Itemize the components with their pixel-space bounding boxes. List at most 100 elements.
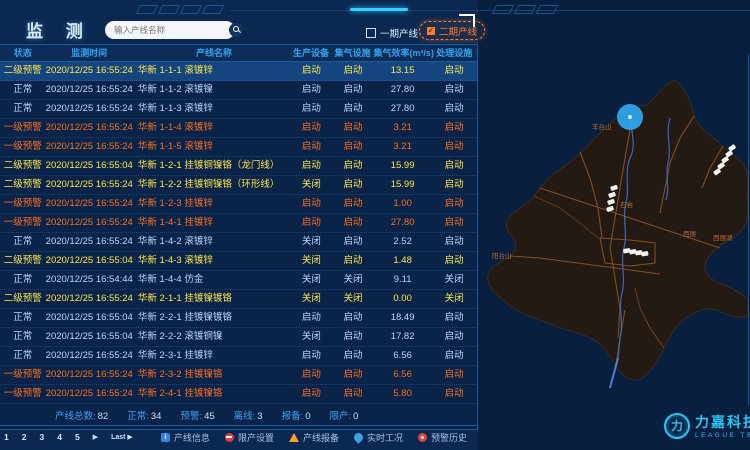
table-row[interactable]: 正常2020/12/25 16:55:24华新 1-1-3 滚镀锌启动启动27.…: [0, 100, 477, 119]
action-label: 实时工况: [367, 431, 403, 444]
table-row[interactable]: 一级预警2020/12/25 16:55:24华新 1-1-4 滚镀锌启动启动3…: [0, 119, 477, 138]
map-place-label: 羊台山: [592, 122, 612, 131]
header-bar: 监 测 一期产线 ✓ 二期产线: [0, 0, 750, 44]
table-cell: 正常: [0, 309, 46, 327]
table-cell: 27.80: [374, 81, 432, 99]
phase1-checkbox[interactable]: 一期产线: [366, 26, 418, 40]
phase2-button[interactable]: ✓ 二期产线: [419, 21, 485, 40]
table-row[interactable]: 一级预警2020/12/25 16:55:24华新 2-4-1 挂镀镍铬启动启动…: [0, 385, 477, 404]
table-row[interactable]: 正常2020/12/25 16:55:04华新 2-2-2 滚镀铜镍关闭启动17…: [0, 328, 477, 347]
table-cell: 2020/12/25 16:55:24: [46, 119, 133, 137]
cluster-marker[interactable]: [617, 104, 643, 130]
table-cell: 华新 1-1-2 滚镀镍: [133, 81, 291, 99]
table-row[interactable]: 正常2020/12/25 16:54:44华新 1-4-4 仿金关闭关闭9.11…: [0, 271, 477, 290]
table-cell: 启动: [431, 176, 477, 194]
action-label: 预警历史: [431, 431, 467, 444]
factory-marker[interactable]: [728, 144, 736, 152]
table-row[interactable]: 一级预警2020/12/25 16:55:24华新 2-3-2 挂镀镍铬启动启动…: [0, 366, 477, 385]
action-info[interactable]: i产线信息: [161, 431, 210, 444]
search-input[interactable]: [105, 25, 229, 35]
table-cell: 关闭: [431, 290, 477, 308]
table-cell: 启动: [332, 138, 374, 156]
page-number[interactable]: 1: [4, 432, 9, 442]
action-history[interactable]: 预警历史: [418, 431, 467, 444]
action-report[interactable]: 产线报备: [289, 431, 339, 444]
table-cell: 华新 1-1-3 滚镀锌: [133, 100, 291, 118]
district-map[interactable]: 羊台山石岩西丽西丽湖阳台山: [480, 48, 750, 450]
table-cell: 2020/12/25 16:55:24: [46, 214, 133, 232]
search-icon[interactable]: [229, 23, 243, 37]
table-row[interactable]: 一级预警2020/12/25 16:55:24华新 1-1-5 滚镀锌启动启动3…: [0, 138, 477, 157]
table-cell: 华新 1-2-2 挂镀铜镍铬（环形线）: [133, 176, 291, 194]
page-number[interactable]: 5: [75, 432, 80, 442]
table-row[interactable]: 二级预警2020/12/25 16:55:04华新 1-2-1 挂镀铜镍铬（龙门…: [0, 157, 477, 176]
table-row[interactable]: 正常2020/12/25 16:55:04华新 2-2-1 挂镀镍镀铬启动启动1…: [0, 309, 477, 328]
action-limit[interactable]: 限产设置: [225, 431, 274, 444]
table-cell: 一级预警: [0, 214, 46, 232]
table-cell: 启动: [332, 233, 374, 251]
table-cell: 3.21: [374, 138, 432, 156]
table-cell: 2020/12/25 16:54:44: [46, 271, 133, 289]
table-row[interactable]: 二级预警2020/12/25 16:55:24华新 1-2-2 挂镀铜镍铬（环形…: [0, 176, 477, 195]
table-cell: 2020/12/25 16:55:24: [46, 100, 133, 118]
table-cell: 关闭: [291, 271, 333, 289]
table-cell: 关闭: [291, 176, 333, 194]
action-realtime[interactable]: 实时工况: [354, 431, 403, 444]
table-cell: 6.56: [374, 347, 432, 365]
table-row[interactable]: 一级预警2020/12/25 16:55:24华新 1-4-1 挂镀锌启动启动2…: [0, 214, 477, 233]
table-cell: 华新 1-4-2 滚镀锌: [133, 233, 291, 251]
table-cell: 2020/12/25 16:55:24: [46, 347, 133, 365]
table-cell: 2020/12/25 16:55:24: [46, 366, 133, 384]
table-cell: 启动: [291, 157, 333, 175]
table-row[interactable]: 正常2020/12/25 16:55:24华新 1-4-2 滚镀锌关闭启动2.5…: [0, 233, 477, 252]
table-cell: 启动: [431, 328, 477, 346]
phase1-label: 一期产线: [380, 26, 418, 40]
table-cell: 一级预警: [0, 138, 46, 156]
checkbox-checked-icon[interactable]: ✓: [427, 27, 435, 35]
table-cell: 华新 1-4-3 滚镀锌: [133, 252, 291, 270]
page-number[interactable]: 4: [57, 432, 62, 442]
table-cell: 二级预警: [0, 157, 46, 175]
table-cell: 27.80: [374, 214, 432, 232]
table-row[interactable]: 二级预警2020/12/25 16:55:04华新 1-4-3 滚镀锌关闭启动1…: [0, 252, 477, 271]
column-header: 生产设备: [290, 45, 332, 61]
checkbox-empty-icon[interactable]: [366, 28, 376, 38]
table-footer: 1 2 3 4 5 ▶ Last ▶ i产线信息 限产设置 产线报备 实时工况 预警历史: [0, 425, 477, 448]
realtime-icon: [352, 431, 365, 444]
map-right-border: [748, 55, 749, 405]
next-page-icon[interactable]: ▶: [93, 433, 98, 441]
page-number[interactable]: 3: [39, 432, 44, 442]
column-header: 处理设施: [431, 45, 477, 61]
table-cell: 关闭: [431, 271, 477, 289]
history-icon: [418, 433, 427, 442]
table-cell: 正常: [0, 233, 46, 251]
table-cell: 二级预警: [0, 290, 46, 308]
table-row[interactable]: 正常2020/12/25 16:55:24华新 2-3-1 挂镀锌启动启动6.5…: [0, 347, 477, 366]
table-cell: 6.56: [374, 366, 432, 384]
table-cell: 2020/12/25 16:55:24: [46, 81, 133, 99]
table-row[interactable]: 一级预警2020/12/25 16:55:24华新 1-2-3 挂镀锌启动启动1…: [0, 195, 477, 214]
table-row[interactable]: 正常2020/12/25 16:55:24华新 1-1-2 滚镀镍启动启动27.…: [0, 81, 477, 100]
table-cell: 2020/12/25 16:55:24: [46, 233, 133, 251]
table-cell: 1.00: [374, 195, 432, 213]
table-cell: 启动: [291, 195, 333, 213]
brand-logo: 力 力嘉科技 LEAGUE TE: [664, 412, 750, 439]
page-number[interactable]: 2: [22, 432, 27, 442]
table-cell: 正常: [0, 328, 46, 346]
table-cell: 27.80: [374, 100, 432, 118]
table-cell: 启动: [332, 385, 374, 403]
table-cell: 2020/12/25 16:55:04: [46, 157, 133, 175]
table-cell: 华新 2-3-1 挂镀锌: [133, 347, 291, 365]
table-cell: 启动: [431, 385, 477, 403]
table-cell: 启动: [291, 347, 333, 365]
summary-item: 预警:45: [180, 408, 214, 422]
logo-name: 力嘉科技: [695, 412, 750, 432]
table-cell: 2020/12/25 16:55:24: [46, 138, 133, 156]
table-cell: 启动: [332, 176, 374, 194]
table-cell: 启动: [332, 309, 374, 327]
table-cell: 华新 2-4-1 挂镀镍铬: [133, 385, 291, 403]
table-row[interactable]: 二级预警2020/12/25 16:55:24华新 1-1-1 滚镀锌启动启动1…: [0, 62, 477, 81]
table-cell: 2020/12/25 16:55:24: [46, 385, 133, 403]
table-row[interactable]: 二级预警2020/12/25 16:55:24华新 2-1-1 挂镀镍镀铬关闭关…: [0, 290, 477, 309]
last-page-button[interactable]: Last ▶: [111, 433, 133, 441]
